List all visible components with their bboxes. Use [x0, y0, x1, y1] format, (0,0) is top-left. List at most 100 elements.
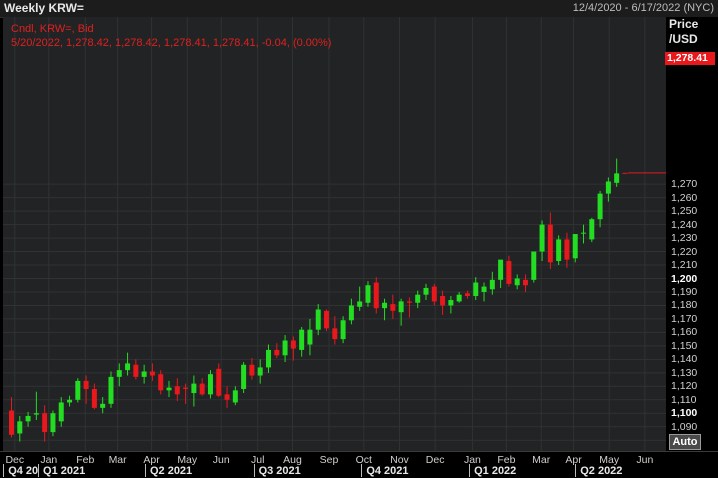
- candle: [67, 395, 73, 407]
- candle-body: [481, 286, 487, 292]
- candle-body: [431, 286, 437, 302]
- candle: [25, 411, 31, 427]
- candle-body: [340, 320, 346, 340]
- price-tick-label: 1,270: [671, 178, 698, 191]
- candle-body: [216, 368, 222, 396]
- candle-body: [423, 287, 429, 295]
- candle-body: [448, 300, 454, 306]
- quarter-label: Q4 2021: [366, 465, 409, 477]
- candle-body: [42, 413, 48, 433]
- quarter-label: Q1 2022: [474, 465, 517, 477]
- candle-body: [415, 294, 421, 303]
- quarter-separator: [575, 464, 577, 477]
- candle: [249, 358, 255, 380]
- candle-body: [116, 370, 122, 377]
- candle-body: [207, 374, 213, 395]
- candle-body: [597, 193, 603, 220]
- candle-body: [398, 301, 404, 313]
- candle: [17, 415, 23, 442]
- candle: [141, 364, 147, 384]
- quarter-label: Q2 2022: [580, 465, 623, 477]
- candle: [581, 224, 587, 244]
- candle-body: [547, 224, 553, 263]
- candle-body: [174, 386, 180, 395]
- candle-body: [232, 390, 238, 403]
- candle-body: [191, 383, 197, 394]
- candle-body: [249, 364, 255, 376]
- price-tick-label: 1,190: [671, 285, 698, 298]
- candle: [506, 255, 512, 287]
- candle: [431, 283, 437, 306]
- price-tick-label: 1,210: [671, 259, 698, 272]
- candle-body: [556, 239, 562, 261]
- price-tick-label: 1,120: [671, 380, 698, 393]
- price-label-line2: /USD: [669, 32, 698, 46]
- candle-body: [539, 224, 545, 252]
- price-tick-label: 1,250: [671, 205, 698, 218]
- candle-body: [581, 232, 587, 234]
- candle-body: [67, 399, 73, 403]
- candle: [58, 397, 64, 427]
- candle-body: [133, 364, 139, 377]
- candle: [514, 274, 520, 290]
- candle-body: [382, 302, 388, 309]
- candle-body: [50, 413, 56, 433]
- candle-body: [365, 285, 371, 303]
- candle: [498, 259, 504, 288]
- candles: [9, 158, 666, 442]
- candle-body: [183, 387, 189, 389]
- month-label: Mar: [108, 454, 127, 466]
- candle-body: [199, 383, 205, 395]
- candle-body: [83, 380, 89, 389]
- candle-body: [324, 310, 330, 329]
- price-tick-label: 1,180: [671, 299, 698, 312]
- candle: [9, 397, 14, 438]
- candle-body: [274, 349, 280, 356]
- price-tick-label: 1,230: [671, 232, 698, 245]
- candle: [125, 352, 131, 376]
- price-tick-label: 1,170: [671, 312, 698, 325]
- candle-body: [506, 260, 512, 284]
- candle: [257, 359, 263, 384]
- candle-body: [125, 363, 131, 371]
- price-tick-label: 1,260: [671, 191, 698, 204]
- quarter-label: Q4 20: [8, 465, 39, 477]
- candle-body: [17, 421, 23, 434]
- quarter-separator: [253, 464, 255, 477]
- candle: [149, 363, 155, 381]
- candle: [290, 336, 296, 361]
- candle-body: [614, 173, 620, 183]
- quarter-separator: [361, 464, 363, 477]
- candle: [373, 277, 379, 314]
- candle: [406, 297, 412, 318]
- auto-scale-button[interactable]: Auto: [669, 434, 701, 450]
- price-tick-label: 1,140: [671, 353, 698, 366]
- candle-body: [108, 376, 114, 404]
- candle: [166, 380, 172, 398]
- candle-body: [265, 349, 271, 368]
- candle: [531, 251, 537, 283]
- candle-body: [498, 259, 504, 280]
- candle-body: [514, 278, 520, 286]
- candle-body: [241, 364, 247, 389]
- candlestick-chart[interactable]: [0, 0, 718, 477]
- quarter-separator: [144, 464, 146, 477]
- candle-body: [158, 374, 164, 391]
- candle: [174, 378, 180, 402]
- candle-body: [464, 293, 470, 297]
- candle: [589, 217, 595, 243]
- candle-body: [166, 387, 172, 391]
- candle: [332, 316, 338, 345]
- candle: [556, 235, 562, 266]
- candle: [473, 277, 479, 301]
- quarter-label: Q3 2021: [258, 465, 301, 477]
- candle-body: [91, 388, 97, 408]
- candle: [133, 359, 139, 380]
- candle-body: [257, 367, 263, 376]
- candle-body: [307, 329, 313, 345]
- candle: [91, 383, 97, 410]
- month-label: Jun: [212, 454, 230, 466]
- candle-body: [282, 340, 288, 356]
- candle: [382, 298, 388, 321]
- candle: [481, 282, 487, 302]
